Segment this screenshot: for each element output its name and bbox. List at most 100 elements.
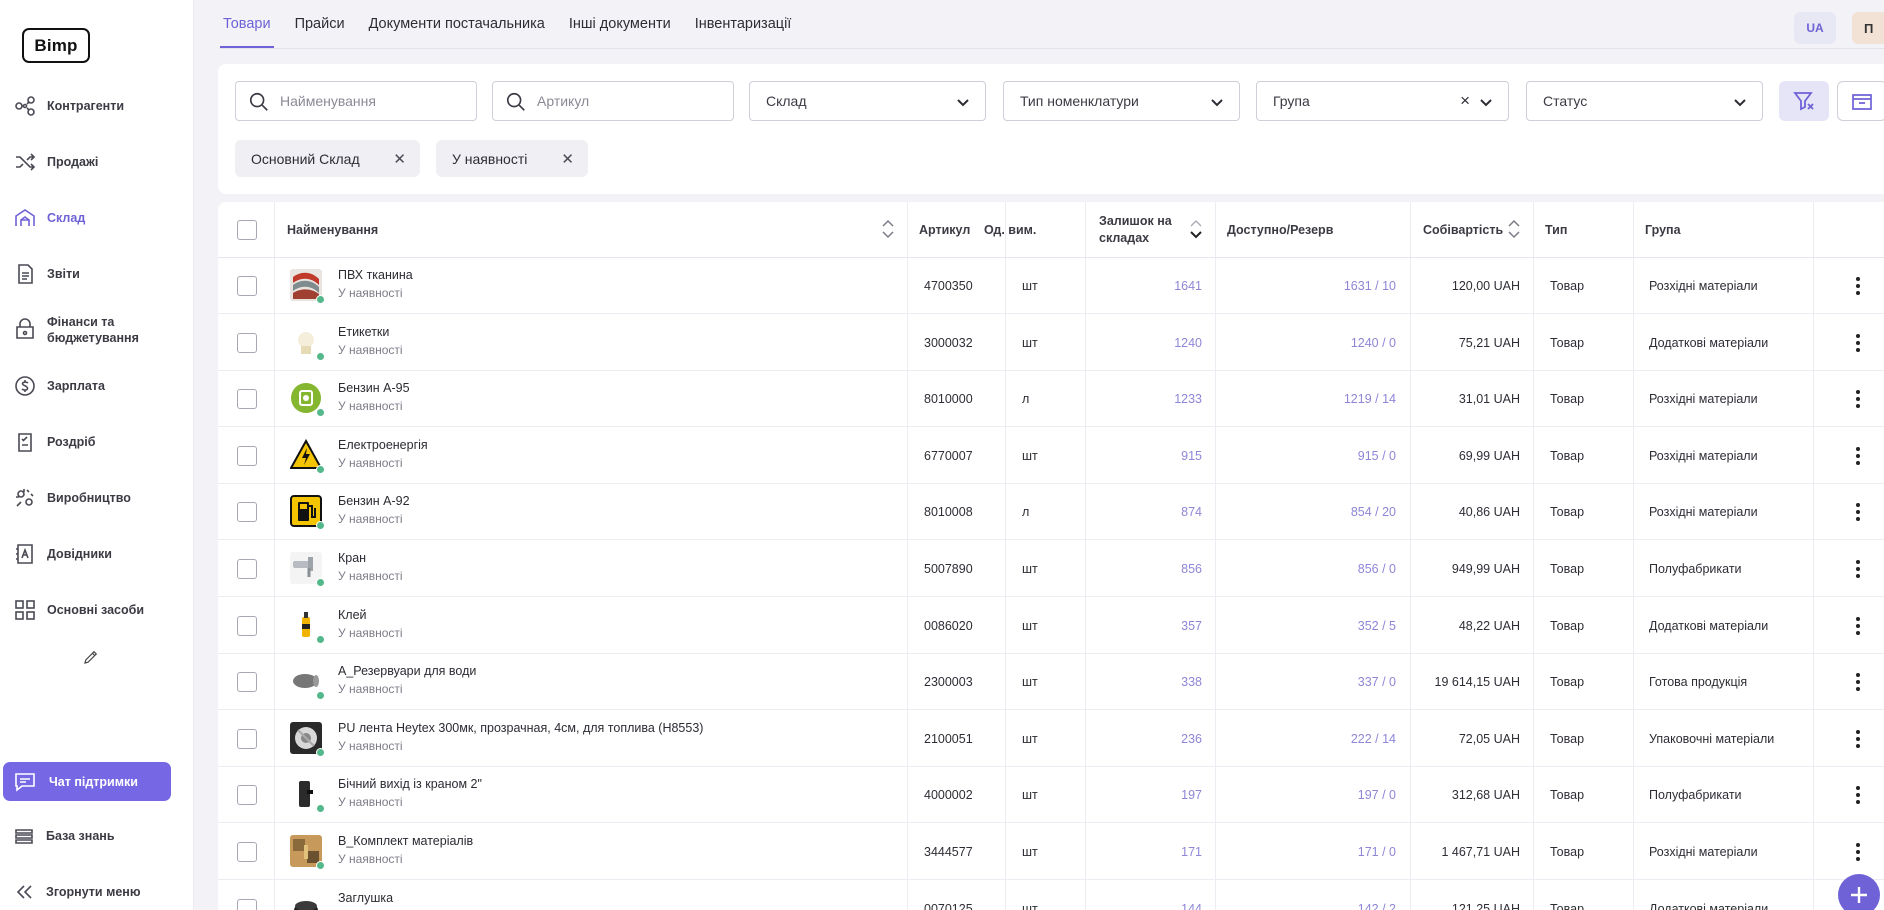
more-actions-icon[interactable] — [1848, 502, 1868, 522]
row-checkbox[interactable] — [237, 672, 257, 693]
product-name[interactable]: Бічний вихід із краном 2" — [338, 777, 482, 791]
product-name[interactable]: Клей — [338, 608, 367, 622]
collapse-menu-item[interactable]: Згорнути меню — [0, 872, 194, 910]
product-available[interactable]: 352 / 5 — [1215, 598, 1396, 654]
nomenclature-type-select[interactable]: Тип номенклатури — [1003, 81, 1240, 121]
table-row[interactable]: А_Резервуари для води У наявності 230000… — [218, 654, 1884, 711]
sidebar-item-dollar[interactable]: Зарплата — [0, 358, 194, 414]
knowledge-base-item[interactable]: База знань — [0, 816, 194, 856]
table-row[interactable]: Клей У наявності 0086020 шт 357 352 / 5 … — [218, 598, 1884, 654]
table-row[interactable]: Етикетки У наявності 3000032 шт 1240 124… — [218, 315, 1884, 371]
sidebar-item-wallet[interactable]: Фінанси та бюджетування — [0, 302, 194, 358]
more-actions-icon[interactable] — [1848, 446, 1868, 466]
product-name[interactable]: PU лента Heytex 300мк, прозрачная, 4см, … — [338, 721, 703, 735]
sidebar-item-factory[interactable]: Виробництво — [0, 470, 194, 526]
select-all-checkbox[interactable] — [237, 220, 257, 240]
product-available[interactable]: 337 / 0 — [1215, 654, 1396, 710]
product-available[interactable]: 142 / 2 — [1215, 881, 1396, 910]
article-search-input[interactable]: Артикул — [492, 81, 734, 121]
row-checkbox[interactable] — [237, 615, 257, 636]
product-stock[interactable]: 1641 — [1085, 258, 1202, 314]
tab-4[interactable]: Інвентаризації — [692, 0, 795, 48]
sidebar-item-warehouse[interactable]: Склад — [0, 190, 194, 246]
tab-3[interactable]: Інші документи — [566, 0, 674, 48]
product-stock[interactable]: 915 — [1085, 428, 1202, 484]
sidebar-item-dictionary[interactable]: Довідники — [0, 526, 194, 582]
sidebar-item-grid[interactable]: Основні засоби — [0, 582, 194, 638]
table-row[interactable]: Бічний вихід із краном 2" У наявності 40… — [218, 767, 1884, 824]
product-name[interactable]: Етикетки — [338, 325, 389, 339]
header-name[interactable]: Найменування — [287, 202, 378, 258]
group-select[interactable]: Група × — [1256, 81, 1509, 121]
row-checkbox[interactable] — [237, 559, 257, 579]
edit-menu-pencil-icon[interactable] — [82, 648, 100, 666]
product-available[interactable]: 1219 / 14 — [1215, 371, 1396, 427]
header-cost[interactable]: Собівартість — [1423, 202, 1503, 258]
product-stock[interactable]: 171 — [1085, 824, 1202, 880]
product-name[interactable]: ПВХ тканина — [338, 268, 413, 282]
row-checkbox[interactable] — [237, 898, 257, 910]
row-checkbox[interactable] — [237, 332, 257, 353]
sort-icon[interactable] — [1507, 218, 1521, 240]
product-stock[interactable]: 338 — [1085, 654, 1202, 710]
tab-1[interactable]: Прайси — [292, 0, 348, 48]
header-available[interactable]: Доступно/Резерв — [1227, 202, 1333, 258]
add-product-button[interactable] — [1838, 874, 1880, 910]
clear-group-icon[interactable]: × — [1460, 92, 1470, 109]
row-checkbox[interactable] — [237, 389, 257, 410]
table-row[interactable]: ПВХ тканина У наявності 4700350 шт 1641 … — [218, 258, 1884, 314]
header-unit[interactable]: Од. вим. — [984, 202, 1044, 258]
more-actions-icon[interactable] — [1848, 559, 1868, 579]
close-icon[interactable]: ✕ — [561, 150, 574, 168]
product-stock[interactable]: 357 — [1085, 598, 1202, 654]
more-actions-icon[interactable] — [1848, 785, 1868, 805]
user-avatar[interactable]: П — [1852, 12, 1884, 44]
table-row[interactable]: Бензин А-95 У наявності 8010000 л 1233 1… — [218, 371, 1884, 428]
sidebar-item-report[interactable]: Звіти — [0, 246, 194, 302]
sort-icon[interactable] — [881, 218, 895, 240]
row-checkbox[interactable] — [237, 276, 257, 296]
row-checkbox[interactable] — [237, 728, 257, 749]
table-row[interactable]: Бензин А-92 У наявності 8010008 л 874 85… — [218, 484, 1884, 541]
row-checkbox[interactable] — [237, 445, 257, 466]
row-checkbox[interactable] — [237, 842, 257, 862]
table-row[interactable]: В_Комплект матеріалів У наявності 344457… — [218, 824, 1884, 880]
sidebar-item-contractors[interactable]: Контрагенти — [0, 78, 194, 134]
product-name[interactable]: Електроенергія — [338, 438, 428, 452]
row-checkbox[interactable] — [237, 502, 257, 523]
support-chat-button[interactable]: Чат підтримки — [3, 762, 171, 801]
name-search-input[interactable]: Найменування — [235, 81, 477, 121]
product-stock[interactable]: 874 — [1085, 484, 1202, 540]
product-name[interactable]: А_Резервуари для води — [338, 664, 476, 678]
product-stock[interactable]: 1240 — [1085, 315, 1202, 371]
product-available[interactable]: 854 / 20 — [1215, 484, 1396, 540]
header-stock[interactable]: Залишок на складах — [1099, 202, 1179, 258]
header-article[interactable]: Артикул — [919, 202, 970, 258]
table-row[interactable]: Електроенергія У наявності 6770007 шт 91… — [218, 428, 1884, 484]
more-actions-icon[interactable] — [1848, 616, 1868, 636]
product-stock[interactable]: 856 — [1085, 541, 1202, 597]
product-name[interactable]: Кран — [338, 551, 366, 565]
sort-desc-icon[interactable] — [1189, 218, 1203, 240]
table-row[interactable]: Заглушка У наявності 0070125 шт 144 142 … — [218, 881, 1884, 910]
product-available[interactable]: 856 / 0 — [1215, 541, 1396, 597]
product-name[interactable]: Заглушка — [338, 891, 393, 905]
sidebar-item-shuffle[interactable]: Продажі — [0, 134, 194, 190]
product-available[interactable]: 197 / 0 — [1215, 767, 1396, 823]
header-group[interactable]: Група — [1645, 202, 1681, 258]
product-name[interactable]: Бензин А-92 — [338, 494, 410, 508]
product-available[interactable]: 222 / 14 — [1215, 711, 1396, 767]
more-actions-icon[interactable] — [1848, 842, 1868, 862]
product-stock[interactable]: 144 — [1085, 881, 1202, 910]
product-available[interactable]: 915 / 0 — [1215, 428, 1396, 484]
sidebar-item-checklist[interactable]: Роздріб — [0, 414, 194, 470]
more-actions-icon[interactable] — [1848, 333, 1868, 353]
more-actions-icon[interactable] — [1848, 672, 1868, 692]
warehouse-select[interactable]: Склад — [749, 81, 986, 121]
language-switch[interactable]: UA — [1794, 12, 1836, 44]
status-select[interactable]: Статус — [1526, 81, 1763, 121]
more-actions-icon[interactable] — [1848, 276, 1868, 296]
row-checkbox[interactable] — [237, 785, 257, 806]
more-actions-icon[interactable] — [1848, 729, 1868, 749]
tab-0[interactable]: Товари — [220, 0, 274, 48]
